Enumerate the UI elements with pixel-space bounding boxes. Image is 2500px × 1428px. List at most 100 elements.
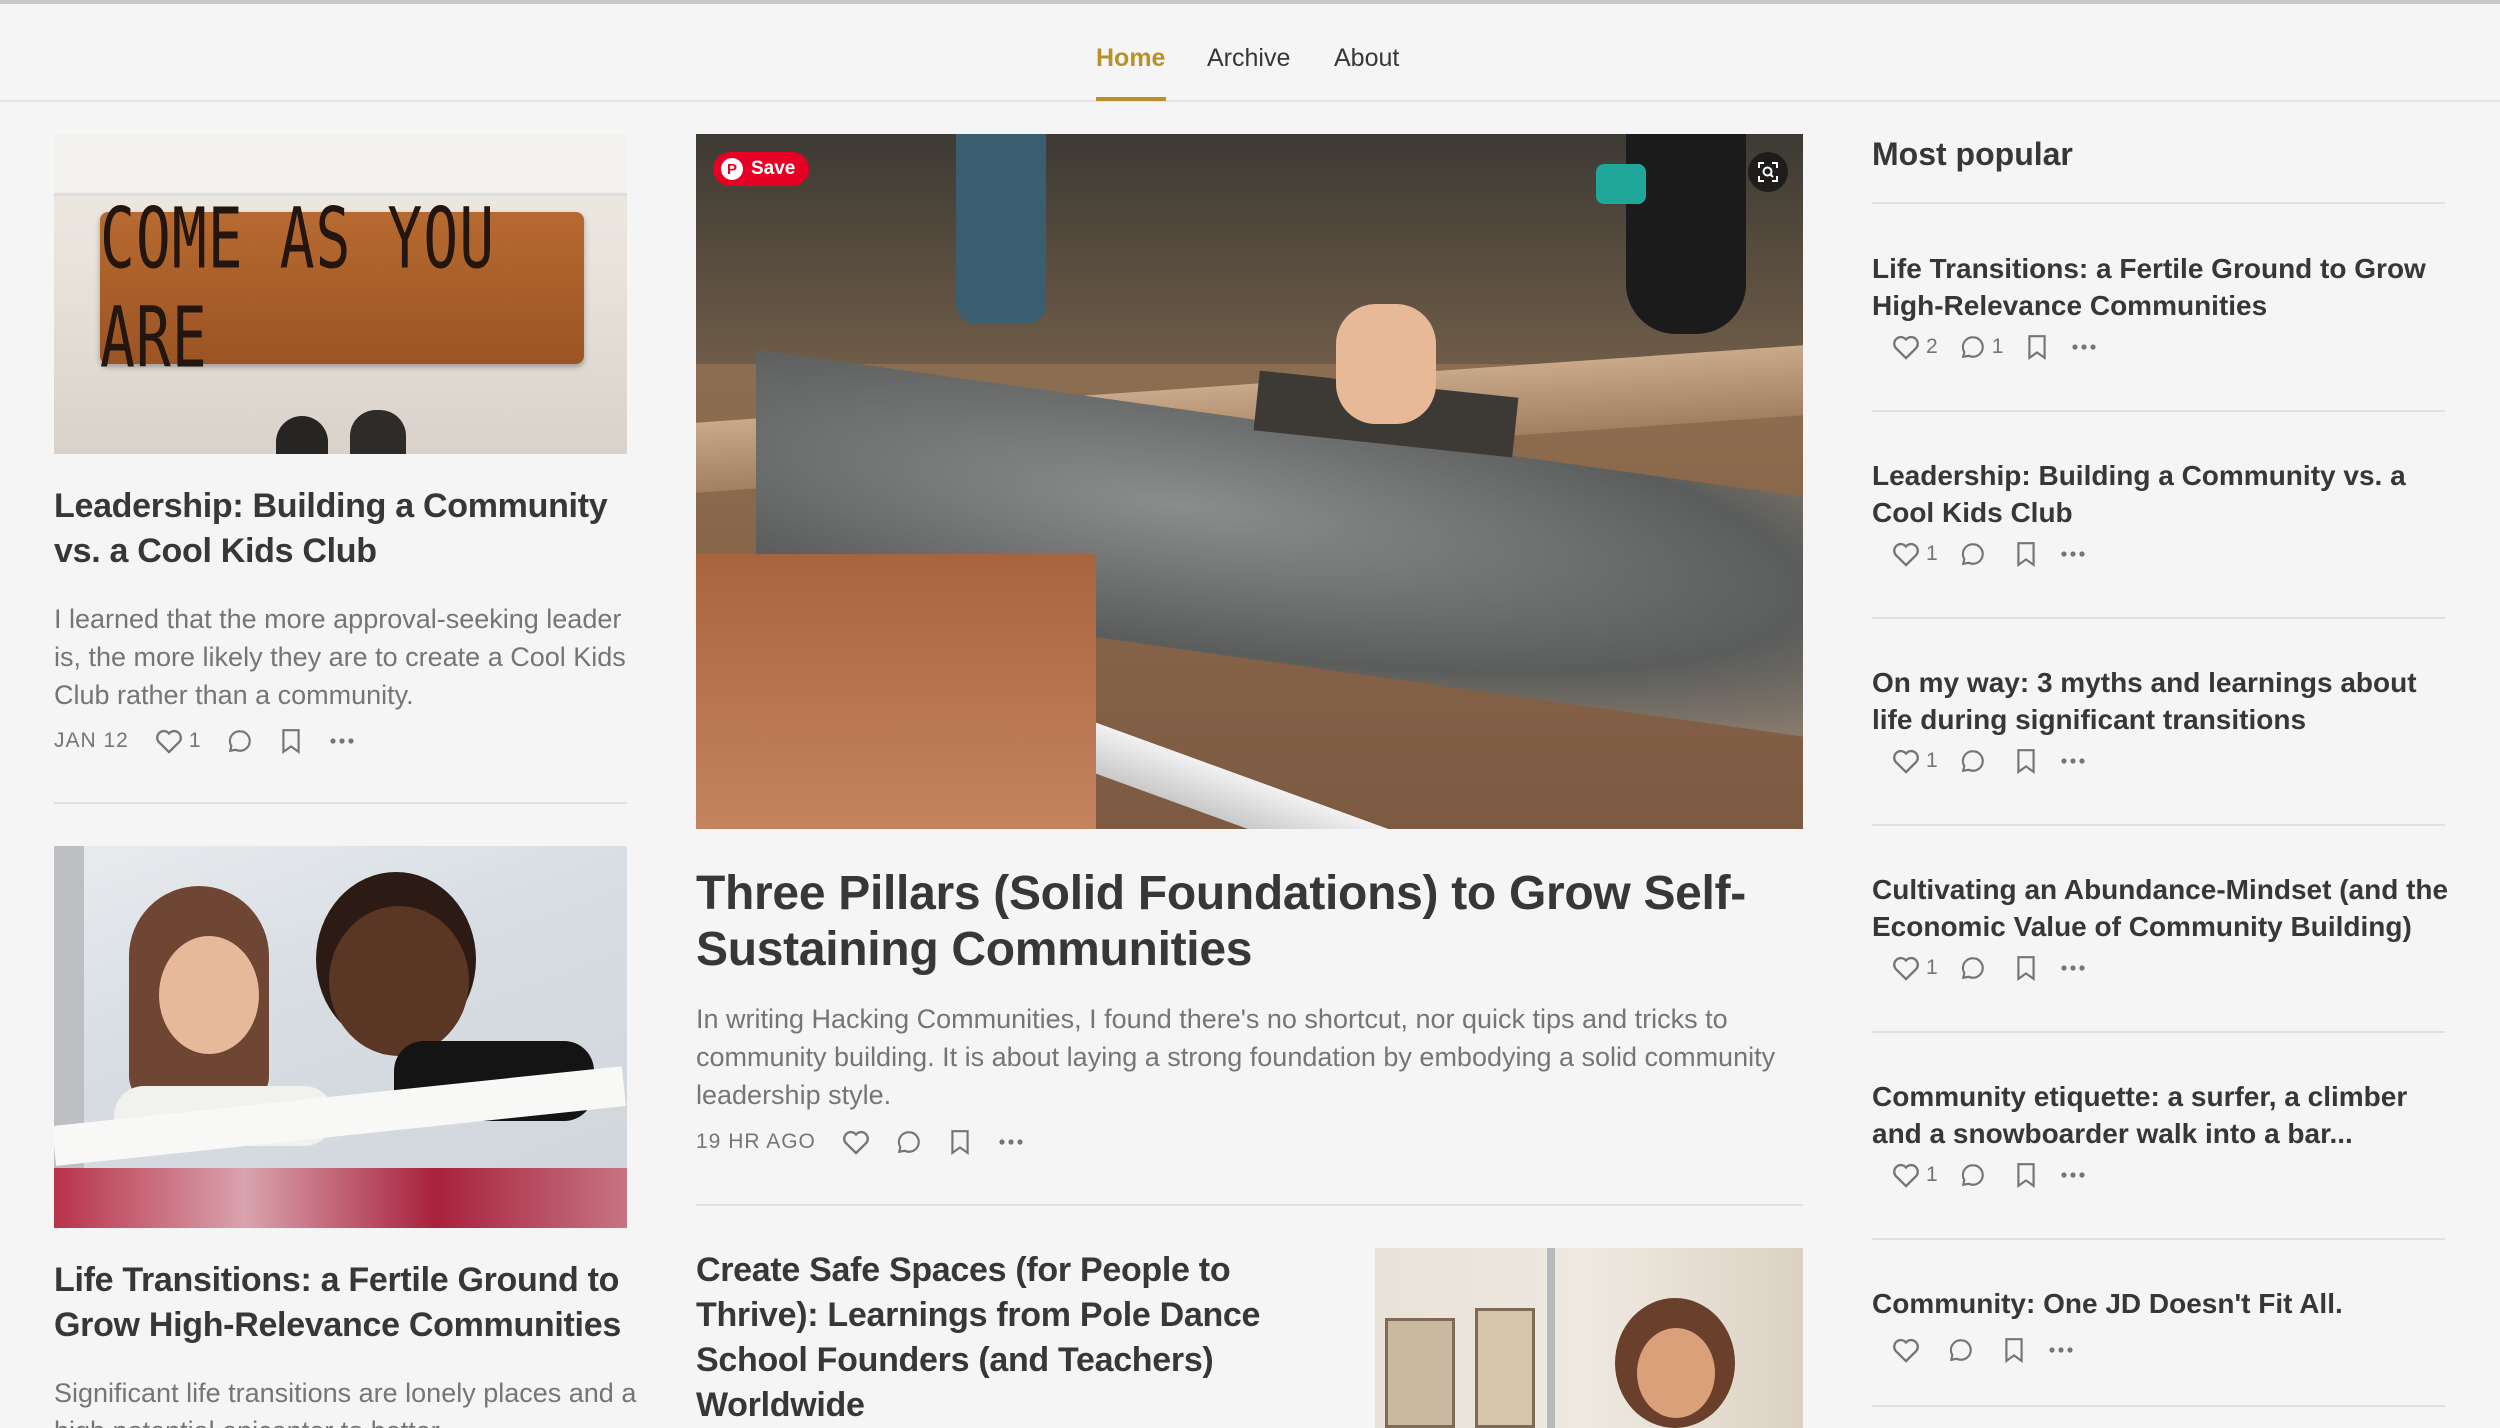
like-count: 1 [1926,1163,1938,1186]
bookmark-icon [2028,335,2047,360]
nav-home[interactable]: Home [1096,44,1165,73]
like-count: 1 [188,729,201,752]
popular-item-title[interactable]: Community etiquette: a surfer, a climber… [1872,1078,2452,1152]
comment-button[interactable] [1948,1337,1980,1363]
post-image-doormat[interactable]: COME AS YOU ARE [54,134,627,454]
heart-icon [155,729,182,754]
comment-button[interactable] [227,728,253,754]
more-button[interactable] [2071,343,2097,351]
featured-post-title[interactable]: Three Pillars (Solid Foundations) to Gro… [696,866,1806,978]
visual-search-button[interactable] [1748,152,1788,192]
more-button[interactable] [2060,757,2086,765]
heart-icon [842,1130,869,1155]
like-button[interactable]: 1 [1892,541,1938,567]
popular-item-title[interactable]: Life Transitions: a Fertile Ground to Gr… [1872,250,2452,324]
more-icon [2061,1172,2085,1178]
heart-icon [1893,956,1919,981]
more-button[interactable] [329,737,355,745]
comment-icon [1949,1339,1972,1362]
comment-icon [1961,1164,1984,1187]
like-button[interactable] [842,1129,870,1155]
bookmark-icon [2017,956,2035,981]
post-image-pole-dance[interactable] [1375,1248,1803,1428]
comment-icon [228,730,251,753]
more-icon [999,1139,1023,1145]
nav-about[interactable]: About [1334,44,1399,73]
post-title[interactable]: Leadership: Building a Community vs. a C… [54,484,634,574]
popular-item-title[interactable]: Community: One JD Doesn't Fit All. [1872,1285,2452,1322]
popular-item-title[interactable]: Leadership: Building a Community vs. a C… [1872,457,2452,531]
bookmark-icon [2017,542,2035,567]
bookmark-button[interactable] [2025,334,2049,360]
comment-icon [1961,750,1984,773]
more-icon [2061,758,2085,764]
like-count: 1 [1926,542,1938,565]
heart-icon [1893,335,1919,360]
post-title[interactable]: Life Transitions: a Fertile Ground to Gr… [54,1258,644,1348]
bookmark-button[interactable] [948,1129,972,1155]
comment-button[interactable]: 1 [1960,334,2004,360]
popular-item-meta [1892,1335,2100,1365]
comment-button[interactable] [1960,748,1992,774]
popular-item-meta: 1 [1892,539,2112,569]
comment-count: 1 [1991,335,2004,358]
bookmark-icon [2005,1338,2023,1363]
bookmark-button[interactable] [2014,1162,2038,1188]
comment-button[interactable] [1960,1162,1992,1188]
like-button[interactable]: 1 [1892,748,1938,774]
comment-icon [1961,957,1984,980]
popular-item-meta: 1 [1892,1160,2112,1190]
like-button[interactable]: 1 [155,728,201,754]
more-button[interactable] [2060,550,2086,558]
more-button[interactable] [998,1138,1024,1146]
post-meta: JAN 12 1 [54,726,381,756]
like-button[interactable]: 1 [1892,1162,1938,1188]
pinterest-save-button[interactable]: P Save [713,152,810,186]
post-title[interactable]: Create Safe Spaces (for People to Thrive… [696,1248,1336,1428]
bookmark-icon [951,1130,969,1155]
more-button[interactable] [2060,964,2086,972]
comment-icon [1961,336,1984,359]
bookmark-icon [2017,1163,2035,1188]
bookmark-button[interactable] [2002,1337,2026,1363]
more-icon [329,738,354,744]
more-button[interactable] [2048,1346,2074,1354]
doormat-text: COME AS YOU ARE [100,189,496,387]
featured-image-concrete[interactable] [696,134,1803,829]
like-button[interactable] [1892,1337,1926,1363]
more-button[interactable] [2060,1171,2086,1179]
more-icon [2061,965,2085,971]
like-count: 2 [1926,335,1938,358]
top-nav: Home Archive About [0,4,2500,102]
post-image-women[interactable] [54,846,627,1228]
bookmark-button[interactable] [2014,748,2038,774]
popular-item-meta: 21 [1892,332,2123,362]
bookmark-button[interactable] [2014,541,2038,567]
comment-icon [897,1131,920,1154]
divider [1872,1238,2445,1240]
bookmark-button[interactable] [2014,955,2038,981]
featured-post-meta: 19 HR AGO [696,1127,1050,1157]
popular-item-title[interactable]: On my way: 3 myths and learnings about l… [1872,664,2452,738]
divider [1872,1405,2445,1407]
heart-icon [1893,1163,1919,1188]
pinterest-icon: P [721,158,743,180]
comment-button[interactable] [1960,541,1992,567]
like-button[interactable]: 1 [1892,955,1938,981]
featured-post-excerpt: In writing Hacking Communities, I found … [696,1004,1776,1110]
divider [54,802,627,804]
comment-button[interactable] [896,1129,922,1155]
like-button[interactable]: 2 [1892,334,1938,360]
lens-icon [1758,162,1778,182]
popular-item-title[interactable]: Cultivating an Abundance-Mindset (and th… [1872,871,2452,945]
like-count: 1 [1926,956,1938,979]
comment-button[interactable] [1960,955,1992,981]
divider [1872,202,2445,204]
nav-archive[interactable]: Archive [1207,44,1290,73]
post-date: 19 HR AGO [696,1130,816,1153]
heart-icon [1893,542,1919,567]
divider [1872,410,2445,412]
bookmark-button[interactable] [279,728,303,754]
nav-active-indicator [1096,97,1166,101]
like-count: 1 [1926,749,1938,772]
